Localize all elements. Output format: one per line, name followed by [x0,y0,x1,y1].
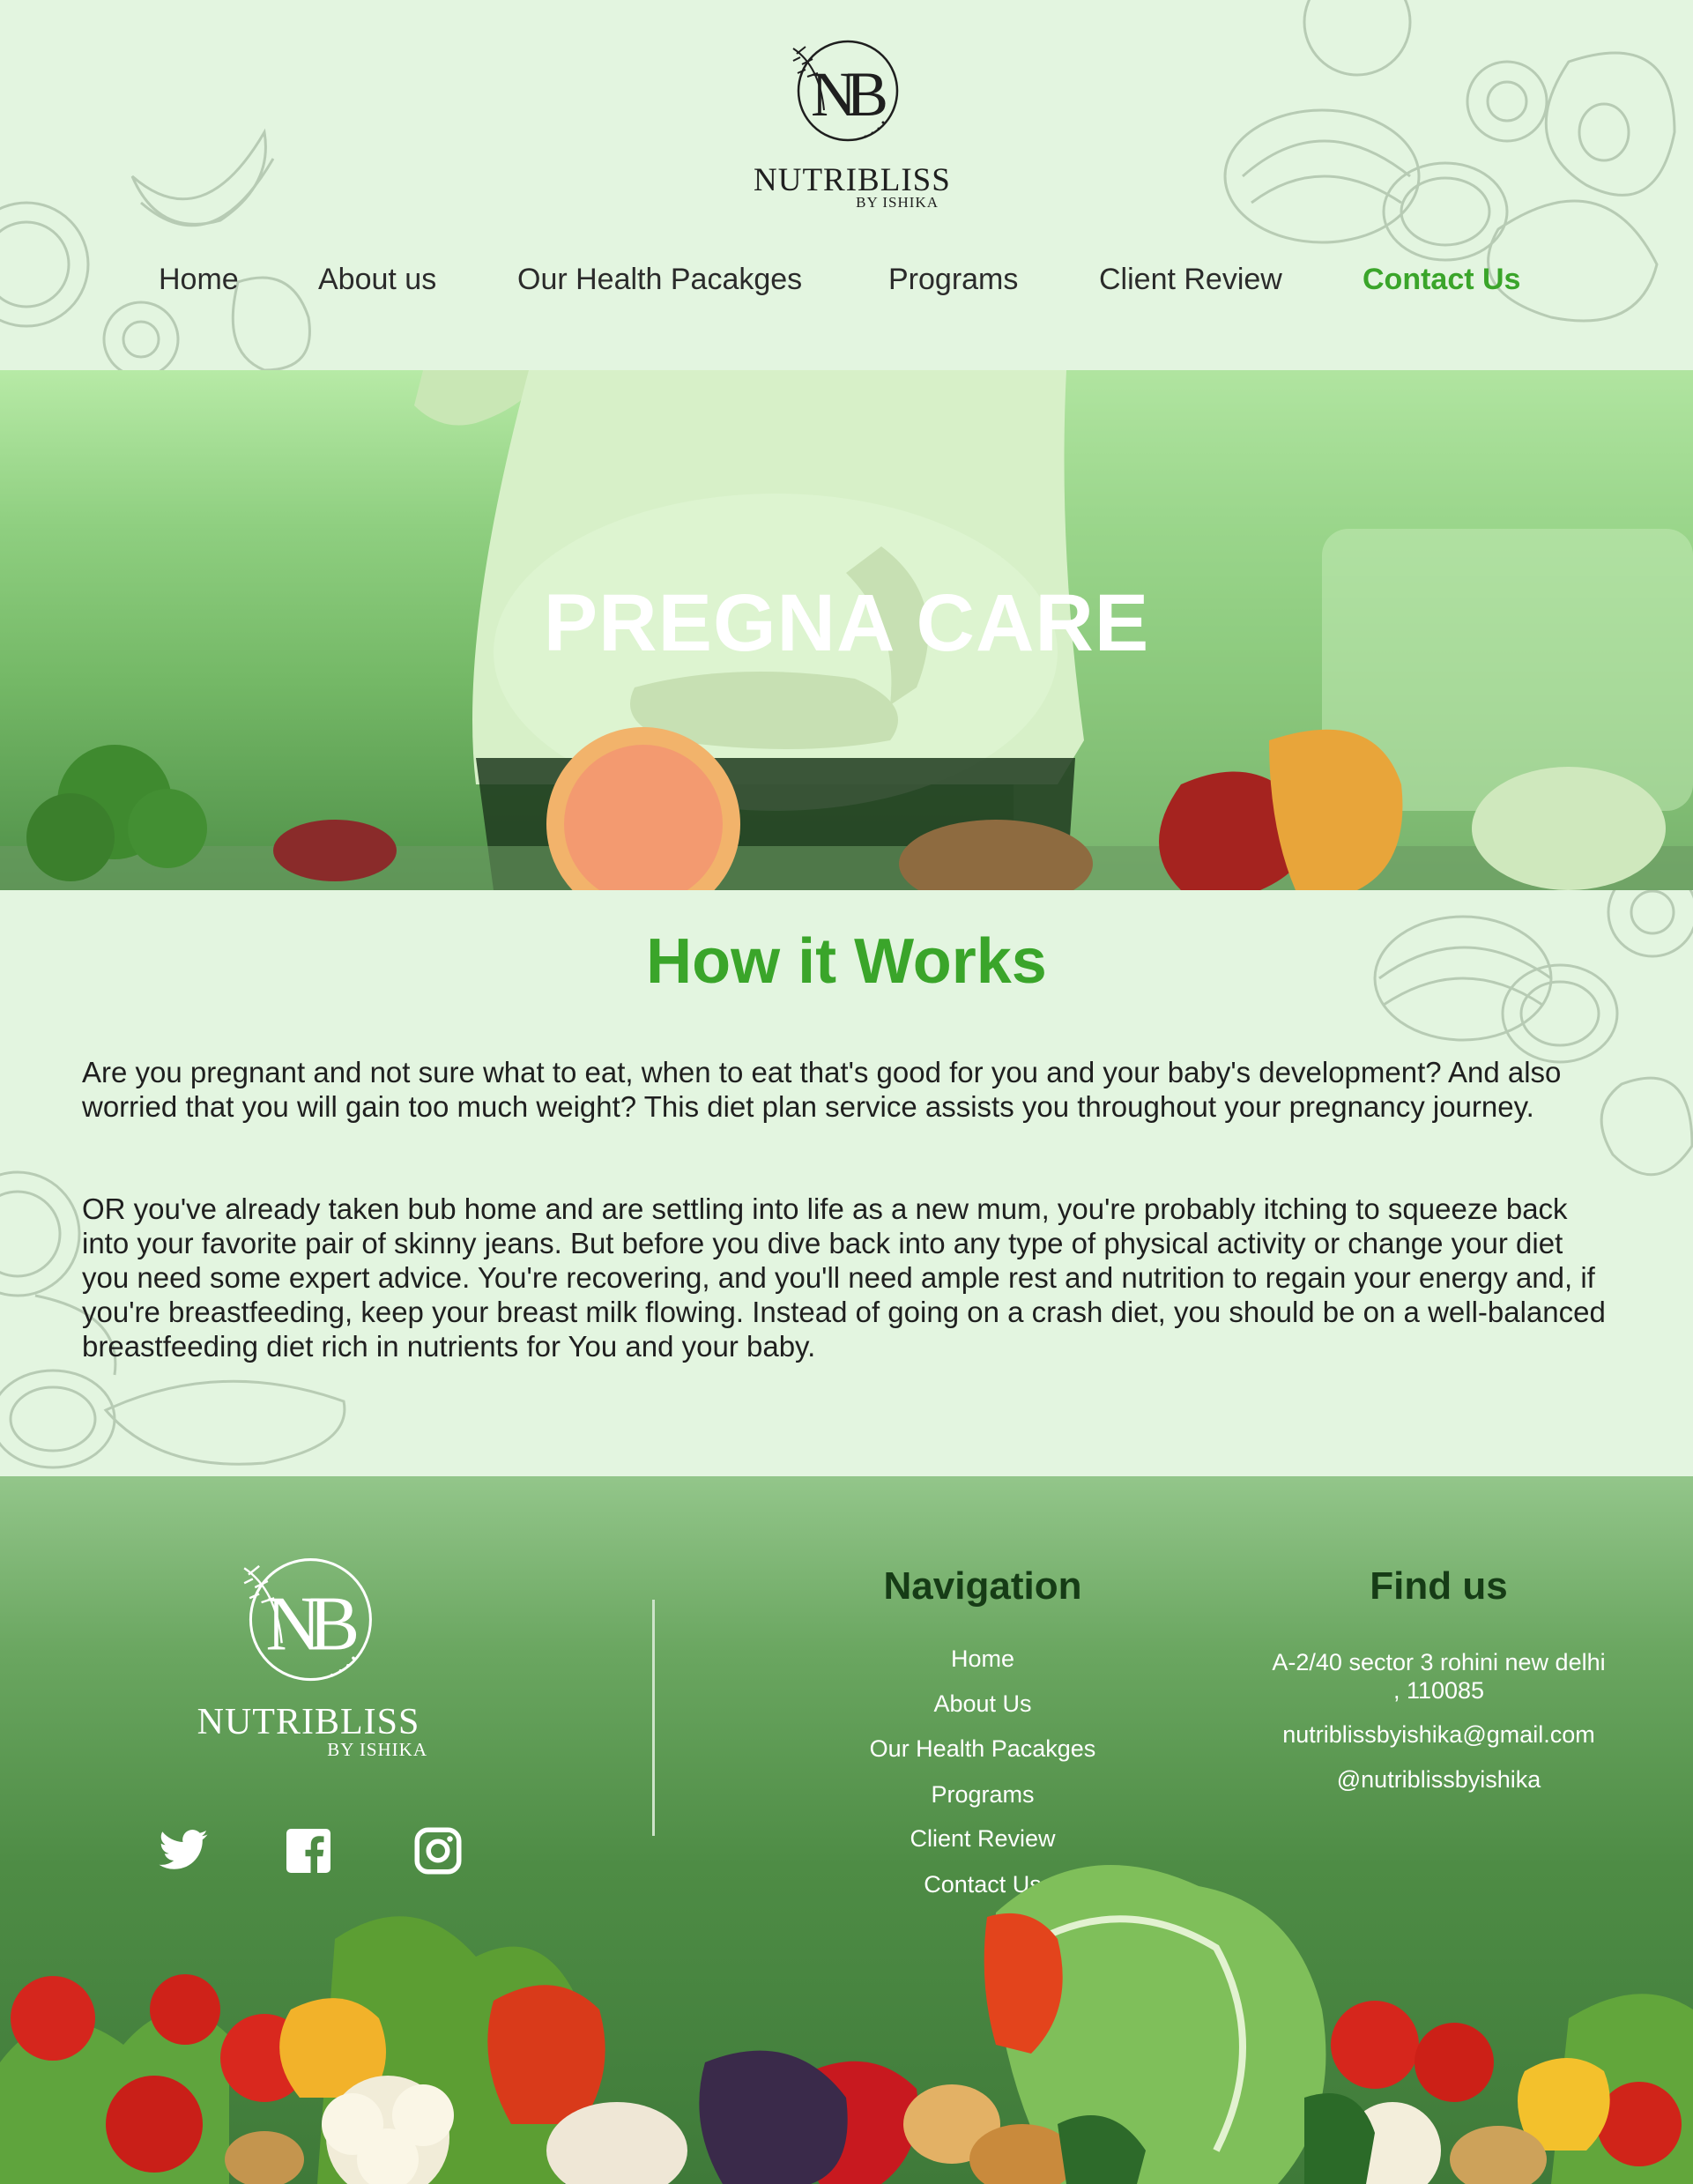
footer-email[interactable]: nutriblissbyishika@gmail.com [1234,1720,1644,1749]
nav-home[interactable]: Home [159,263,239,297]
nav-about-us[interactable]: About us [318,263,436,297]
footer-nav-about-us[interactable]: About Us [846,1690,1119,1718]
site-header: N B NUTRIBLISS BY ISHIKA Home About us O… [0,0,1693,370]
footer-nav-home[interactable]: Home [846,1645,1119,1673]
section-title: How it Works [646,926,1047,997]
hero-banner: PREGNA CARE [0,370,1693,890]
main-nav: Home About us Our Health Pacakges Progra… [0,256,1693,308]
footer-address: A-2/40 sector 3 rohini new delhi , 11008… [1272,1649,1606,1704]
hero-title: PREGNA CARE [543,578,1150,668]
footer-logo[interactable]: N B NUTRIBLISS BY ISHIKA [189,1547,427,1776]
footer-brand-subtitle: BY ISHIKA [327,1739,427,1760]
nutribliss-logo-icon: N B [792,40,899,142]
nav-programs[interactable]: Programs [888,263,1018,297]
footer-social-handle[interactable]: @nutriblissbyishika [1234,1765,1644,1794]
footer-divider [652,1600,655,1836]
footer-nav-programs[interactable]: Programs [846,1781,1119,1809]
svg-text:B: B [846,59,888,130]
page: N B NUTRIBLISS BY ISHIKA Home About us O… [0,0,1693,2184]
nav-health-packages[interactable]: Our Health Pacakges [517,263,802,297]
svg-text:B: B [308,1581,360,1667]
brand-subtitle: BY ISHIKA [856,194,939,211]
nav-contact-us[interactable]: Contact Us [1363,263,1520,297]
brand-logo[interactable]: N B NUTRIBLISS BY ISHIKA [754,31,950,216]
footer-nav-health-packages[interactable]: Our Health Pacakges [846,1735,1119,1763]
footer-brand-name: NUTRIBLISS [197,1702,420,1742]
footer-nav-title: Navigation [883,1564,1082,1608]
vegetables-image [0,1865,1693,2184]
intro-paragraph: Are you pregnant and not sure what to ea… [82,1056,1562,1123]
details-paragraph: OR you've already taken bub home and are… [82,1192,1606,1363]
nav-client-review[interactable]: Client Review [1099,263,1282,297]
nutribliss-logo-icon: N B [243,1558,372,1682]
footer-find-title: Find us [1370,1564,1508,1608]
